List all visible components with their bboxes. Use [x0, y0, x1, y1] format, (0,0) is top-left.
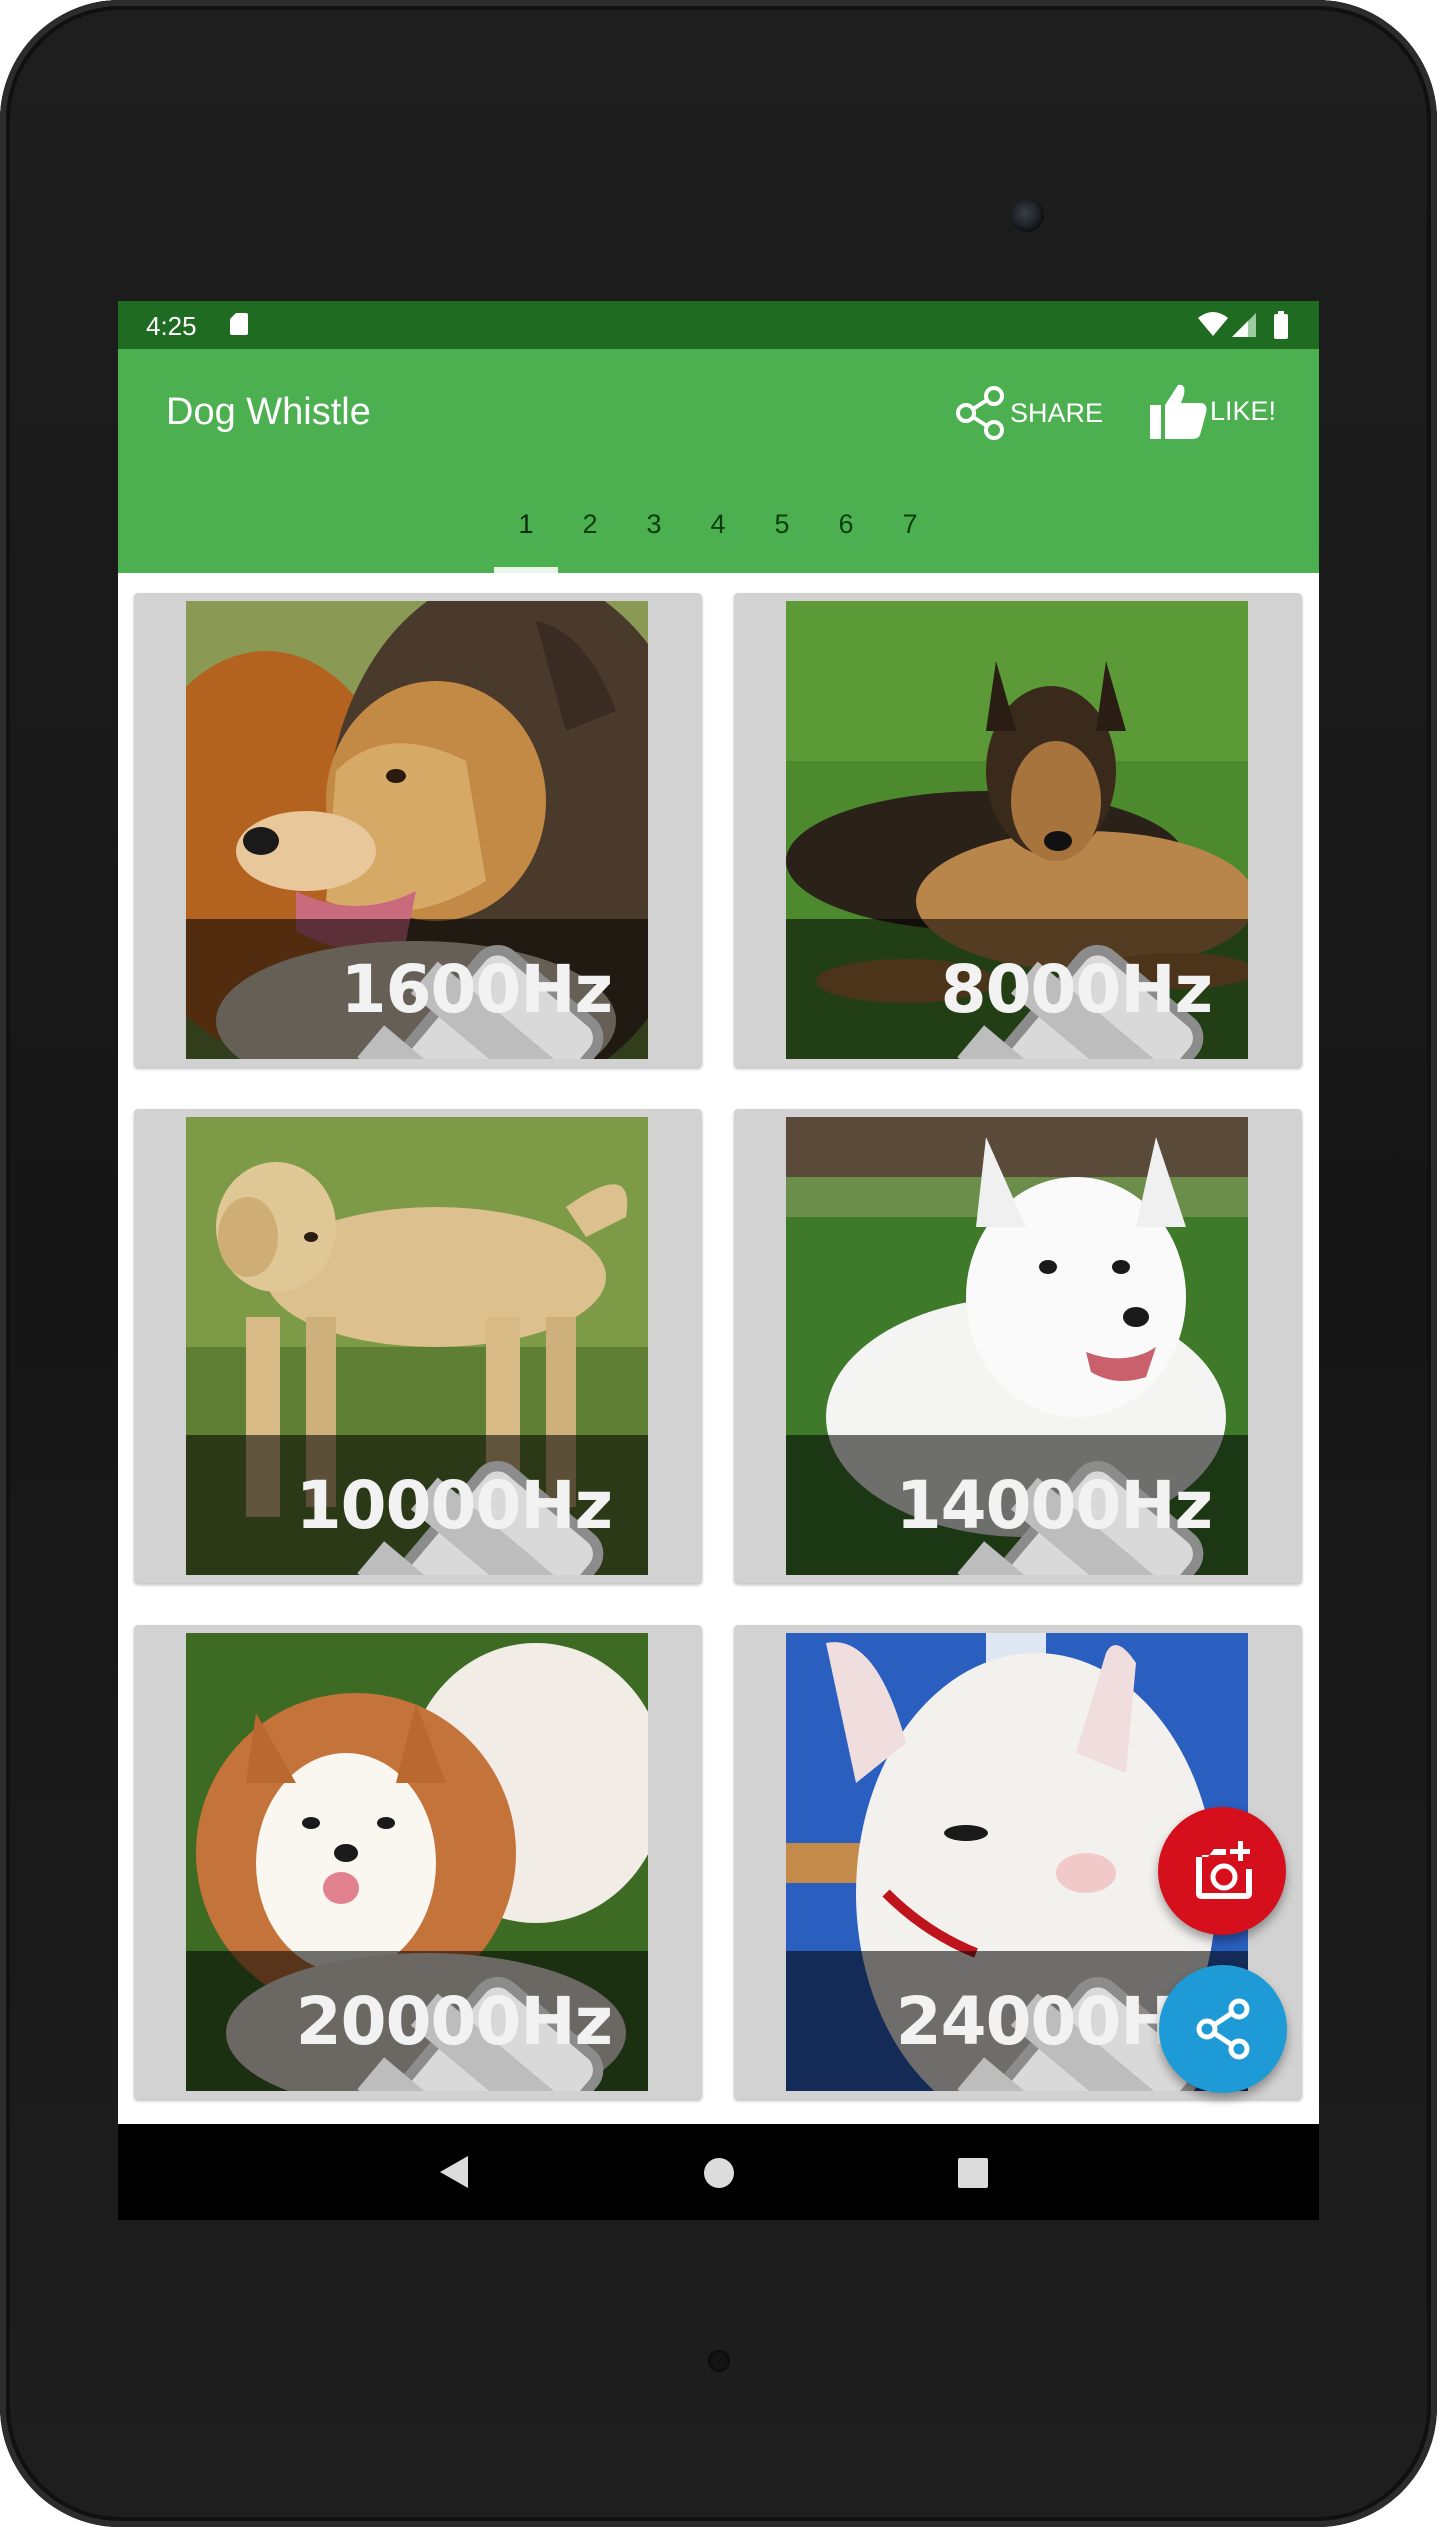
frequency-label: 14000Hz: [895, 1467, 1213, 1544]
frequency-label: 10000Hz: [295, 1467, 613, 1544]
back-icon[interactable]: [440, 2156, 470, 2188]
dog-photo-american-eskimo: 14000Hz: [786, 1117, 1248, 1575]
like-button[interactable]: LIKE!: [1148, 377, 1276, 445]
share-icon: [956, 386, 1004, 440]
tab-4[interactable]: 4: [686, 509, 750, 540]
tab-2[interactable]: 2: [558, 509, 622, 540]
frequency-overlay: 14000Hz: [786, 1435, 1248, 1575]
app-bar: Dog Whistle SHARE LIKE!: [118, 349, 1319, 477]
like-label: LIKE!: [1210, 395, 1277, 426]
tab-3[interactable]: 3: [622, 509, 686, 540]
device-speaker: [708, 2350, 730, 2372]
dog-photo-pomeranian: 20000Hz: [186, 1633, 648, 2091]
screen: 4:25 Dog Whistle SHARE LIKE! 1 2 3 4 5 6…: [118, 301, 1319, 2220]
dog-photo-collie: 1600Hz: [186, 601, 648, 1059]
whistle-card-14000[interactable]: 14000Hz: [734, 1109, 1302, 1583]
frequency-overlay: 8000Hz: [786, 919, 1248, 1059]
dog-photo-labrador: 10000Hz: [186, 1117, 648, 1575]
tab-1[interactable]: 1: [494, 509, 558, 540]
front-camera: [1010, 198, 1044, 232]
frequency-overlay: 20000Hz: [186, 1951, 648, 2091]
tab-5[interactable]: 5: [750, 509, 814, 540]
frequency-label: 20000Hz: [295, 1983, 613, 2060]
sd-card-icon: [230, 313, 248, 335]
share-icon: [1196, 1998, 1250, 2060]
thumbs-up-icon: [1150, 384, 1207, 439]
frequency-overlay: 10000Hz: [186, 1435, 648, 1575]
whistle-card-8000[interactable]: 8000Hz: [734, 593, 1302, 1067]
frequency-label: 1600Hz: [340, 951, 613, 1028]
share-fab[interactable]: [1159, 1965, 1287, 2093]
whistle-card-10000[interactable]: 10000Hz: [134, 1109, 702, 1583]
share-button[interactable]: SHARE: [954, 383, 1103, 443]
home-icon[interactable]: [704, 2158, 734, 2188]
share-label: SHARE: [1010, 397, 1104, 428]
tab-7[interactable]: 7: [878, 509, 942, 540]
battery-icon: [1274, 311, 1288, 339]
system-nav-bar: [118, 2124, 1319, 2220]
status-time: 4:25: [146, 311, 197, 341]
tab-6[interactable]: 6: [814, 509, 878, 540]
add-photo-icon: [1196, 1841, 1252, 1899]
add-photo-fab[interactable]: [1158, 1807, 1286, 1935]
frequency-overlay: 1600Hz: [186, 919, 648, 1059]
app-title: Dog Whistle: [166, 391, 371, 433]
page-tabs: 1 2 3 4 5 6 7: [118, 477, 1319, 573]
wifi-icon: [1198, 312, 1228, 336]
tab-indicator: [494, 567, 558, 573]
frequency-label: 8000Hz: [940, 951, 1213, 1028]
recent-apps-icon[interactable]: [958, 2158, 988, 2188]
cell-signal-icon: [1232, 313, 1256, 337]
whistle-card-20000[interactable]: 20000Hz: [134, 1625, 702, 2099]
whistle-card-1600[interactable]: 1600Hz: [134, 593, 702, 1067]
dog-photo-german-shepherd: 8000Hz: [786, 601, 1248, 1059]
status-bar: 4:25: [118, 301, 1319, 349]
